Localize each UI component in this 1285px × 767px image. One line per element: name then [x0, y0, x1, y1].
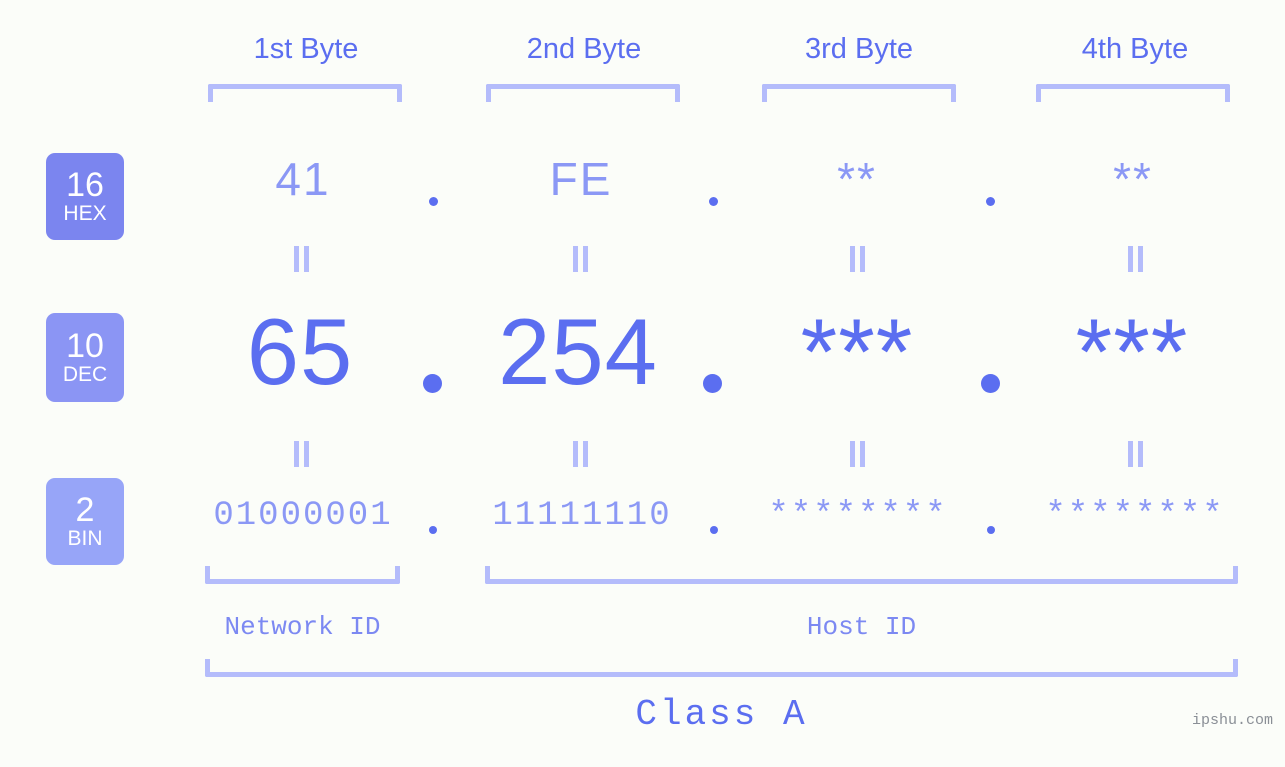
radix-badge-bin: 2 BIN: [46, 478, 124, 565]
bin-value-byte-1: 01000001: [213, 497, 393, 535]
dec-value-byte-4: ***: [1075, 299, 1189, 404]
byte-bracket-3: [762, 84, 956, 102]
byte-bracket-1: [208, 84, 402, 102]
hex-separator-dot-2: [709, 197, 718, 206]
bin-separator-dot-2: [710, 526, 718, 534]
byte-bracket-2: [486, 84, 680, 102]
bin-separator-dot-3: [987, 526, 995, 534]
host-id-label: Host ID: [806, 612, 917, 642]
byte-header-3: 3rd Byte: [805, 33, 913, 65]
network-id-bracket: [205, 566, 400, 584]
equals-mark-dec-bin-2: [573, 441, 589, 467]
radix-badge-dec: 10 DEC: [46, 313, 124, 402]
equals-mark-hex-dec-4: [1128, 246, 1144, 272]
radix-badge-dec-name: DEC: [62, 363, 108, 386]
class-bracket: [205, 659, 1238, 677]
dec-separator-dot-1: [423, 374, 442, 393]
equals-mark-hex-dec-3: [850, 246, 866, 272]
bin-value-byte-3: ********: [768, 497, 948, 535]
bin-value-byte-4: ********: [1045, 497, 1225, 535]
equals-mark-dec-bin-1: [294, 441, 310, 467]
dec-value-byte-2: 254: [498, 299, 658, 404]
byte-bracket-4: [1036, 84, 1230, 102]
radix-badge-dec-number: 10: [66, 327, 104, 365]
byte-header-1: 1st Byte: [253, 33, 359, 65]
byte-header-2: 2nd Byte: [526, 33, 642, 65]
bin-value-byte-2: 11111110: [492, 497, 672, 535]
equals-mark-hex-dec-1: [294, 246, 310, 272]
byte-header-4: 4th Byte: [1081, 33, 1189, 65]
dec-value-byte-3: ***: [800, 299, 914, 404]
dec-separator-dot-3: [981, 374, 1000, 393]
hex-value-byte-4: **: [1113, 153, 1153, 205]
class-label: Class A: [635, 694, 808, 735]
hex-separator-dot-1: [429, 197, 438, 206]
dec-separator-dot-2: [703, 374, 722, 393]
hex-separator-dot-3: [986, 197, 995, 206]
radix-badge-hex: 16 HEX: [46, 153, 124, 240]
host-id-bracket: [485, 566, 1238, 584]
equals-mark-dec-bin-3: [850, 441, 866, 467]
equals-mark-hex-dec-2: [573, 246, 589, 272]
dec-value-byte-1: 65: [246, 299, 354, 404]
bin-separator-dot-1: [429, 526, 437, 534]
site-watermark: ipshu.com: [1191, 712, 1273, 729]
hex-value-byte-2: FE: [549, 153, 613, 205]
radix-badge-bin-name: BIN: [67, 527, 103, 550]
network-id-label: Network ID: [224, 612, 381, 642]
hex-value-byte-3: **: [837, 153, 877, 205]
hex-value-byte-1: 41: [275, 153, 331, 205]
equals-mark-dec-bin-4: [1128, 441, 1144, 467]
radix-badge-hex-number: 16: [66, 166, 104, 204]
radix-badge-hex-name: HEX: [63, 202, 107, 225]
ip-address-breakdown-diagram: 1st Byte 2nd Byte 3rd Byte 4th Byte 16 H…: [0, 0, 1285, 767]
radix-badge-bin-number: 2: [75, 491, 95, 529]
